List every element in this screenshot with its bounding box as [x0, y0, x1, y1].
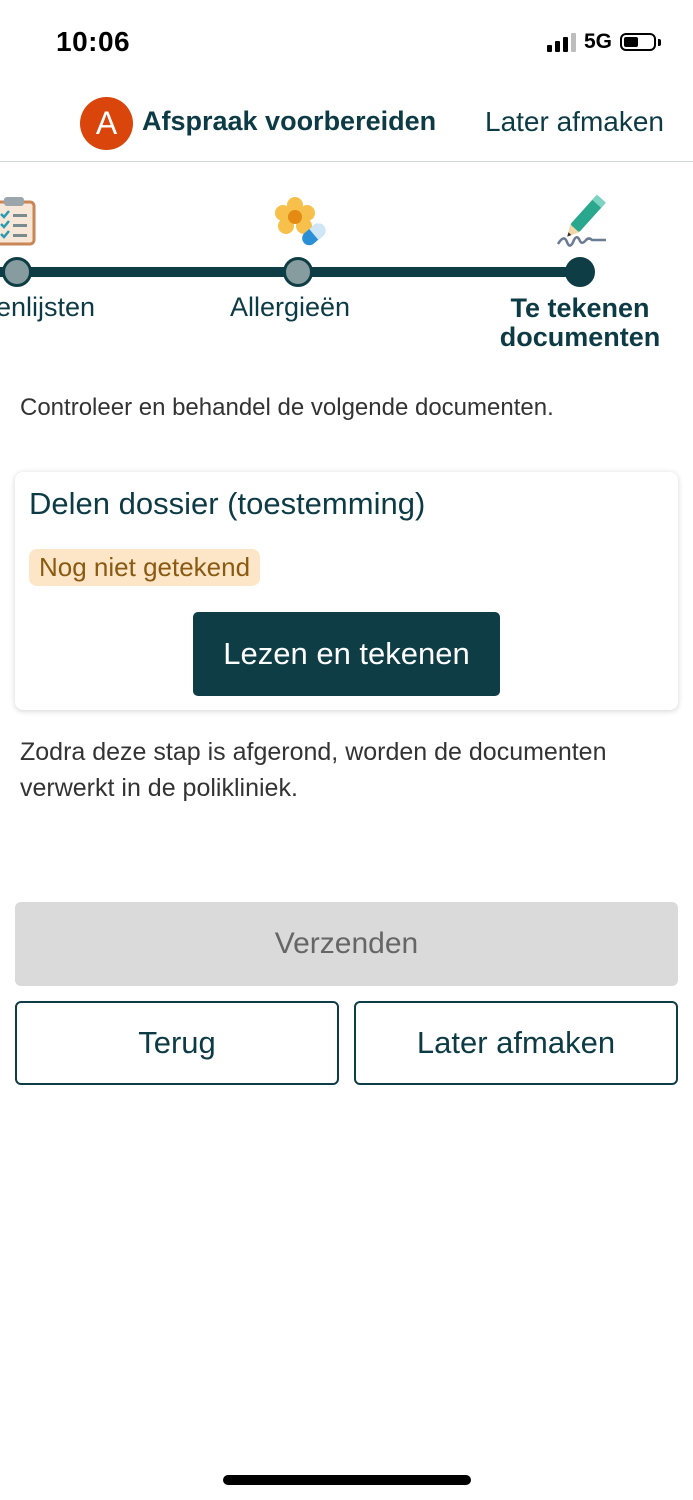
- status-time: 10:06: [56, 26, 131, 57]
- later-finish-button[interactable]: Later afmaken: [354, 1001, 678, 1085]
- avatar[interactable]: A: [80, 97, 133, 150]
- step-label-documents[interactable]: Te tekenen documenten: [484, 294, 676, 352]
- document-title: Delen dossier (toestemming): [29, 486, 426, 521]
- battery-icon: [620, 33, 661, 51]
- cellular-signal-icon: [546, 32, 576, 52]
- step-dot-allergies[interactable]: [283, 257, 313, 287]
- page-title: Afspraak voorbereiden: [142, 106, 437, 136]
- network-type-label: 5G: [583, 30, 612, 53]
- checklist-clipboard-icon: [0, 197, 36, 246]
- flower-pill-icon: [275, 197, 326, 246]
- step-label-documents-line2: documenten: [499, 322, 661, 352]
- read-and-sign-button[interactable]: Lezen en tekenen: [193, 612, 500, 696]
- step-label-documents-line1: Te tekenen: [510, 293, 650, 323]
- home-indicator[interactable]: [223, 1475, 471, 1485]
- step-label-allergies[interactable]: Allergieën: [230, 292, 350, 323]
- intro-text: Controleer en behandel de volgende docum…: [20, 394, 554, 421]
- app-header: A Afspraak voorbereiden Later afmaken: [0, 95, 693, 162]
- status-badge: Nog niet getekend: [29, 549, 261, 586]
- document-card: Delen dossier (toestemming) Nog niet get…: [15, 472, 678, 710]
- status-indicators: 5G: [546, 30, 661, 54]
- send-button[interactable]: Verzenden: [15, 902, 678, 986]
- step-dot-documents[interactable]: [565, 257, 595, 287]
- progress-stepper: enlijsten Allergieën Te tekenen document…: [0, 162, 693, 362]
- pen-signature-icon: [556, 194, 606, 247]
- processing-note: Zodra deze stap is afgerond, worden de d…: [20, 738, 607, 802]
- back-button[interactable]: Terug: [15, 1001, 339, 1085]
- step-dot-questionnaires[interactable]: [2, 257, 32, 287]
- step-label-questionnaires[interactable]: enlijsten: [0, 292, 95, 323]
- later-finish-link[interactable]: Later afmaken: [485, 106, 664, 138]
